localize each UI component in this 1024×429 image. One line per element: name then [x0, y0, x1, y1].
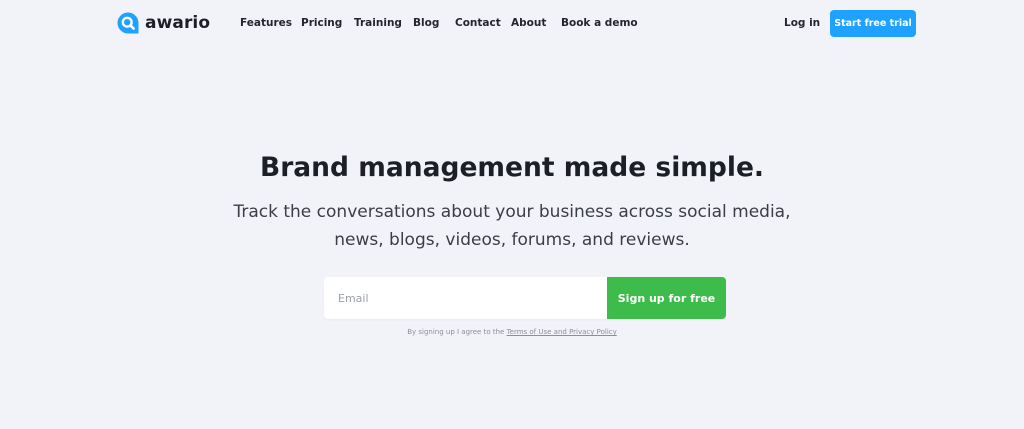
sign-up-for-free-button[interactable]: Sign up for free: [607, 277, 726, 319]
start-free-trial-button[interactable]: Start free trial: [830, 10, 916, 37]
top-navigation: awario Features Pricing Training Blog Co…: [0, 0, 1024, 46]
hero-subtitle: Track the conversations about your busin…: [0, 198, 1024, 254]
terms-of-use-link[interactable]: Terms of Use and Privacy Policy: [507, 328, 617, 336]
login-link[interactable]: Log in: [784, 16, 820, 30]
nav-item-blog[interactable]: Blog: [413, 16, 439, 30]
hero-subtitle-line-1: Track the conversations about your busin…: [233, 202, 791, 222]
awario-logo-icon: [117, 12, 139, 34]
nav-item-pricing[interactable]: Pricing: [301, 16, 342, 30]
hero-subtitle-line-2: news, blogs, videos, forums, and reviews…: [334, 230, 690, 250]
terms-notice: By signing up I agree to the Terms of Us…: [0, 327, 1024, 337]
hero-title: Brand management made simple.: [260, 152, 764, 183]
nav-item-training[interactable]: Training: [354, 16, 402, 30]
signup-form: Sign up for free: [324, 277, 726, 319]
nav-item-features[interactable]: Features: [240, 16, 292, 30]
brand-name: awario: [145, 13, 211, 33]
nav-item-about[interactable]: About: [511, 16, 546, 30]
nav-item-contact[interactable]: Contact: [455, 16, 501, 30]
email-field[interactable]: [324, 277, 607, 319]
terms-prefix: By signing up I agree to the: [407, 328, 507, 336]
brand-logo[interactable]: awario: [116, 11, 210, 35]
nav-item-book-a-demo[interactable]: Book a demo: [561, 16, 638, 30]
